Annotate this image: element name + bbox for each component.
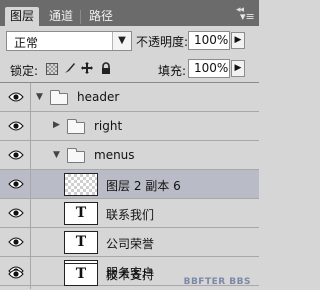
text-layer-icon: T [64,231,98,254]
fill-input[interactable]: 100% [188,59,230,78]
layer-name: menus [94,148,135,162]
layer-row-text[interactable]: T 联系我们 [0,199,259,228]
opacity-slider-arrow-icon[interactable]: ▶ [231,32,245,49]
eye-icon[interactable] [8,179,24,189]
collapsed-triangle-icon[interactable]: ▶ [53,120,60,130]
eye-icon[interactable] [8,208,24,218]
expand-triangle-icon[interactable]: ▼ [53,150,60,160]
layer-name: header [77,90,120,104]
lock-label: 锁定: [10,64,39,78]
layer-thumbnail [64,173,98,196]
eye-icon[interactable] [8,150,24,160]
eye-icon[interactable] [8,237,24,247]
visibility-toggle[interactable] [0,170,31,198]
layer-row-menus[interactable]: ▼ menus [0,141,259,170]
opacity-label: 不透明度: [136,35,189,49]
folder-icon [50,90,68,105]
layer-name: 技术支持 [106,268,155,282]
chevron-down-icon[interactable]: ▼ [112,32,131,50]
folder-icon [67,148,85,163]
layer-name: 公司荣誉 [106,237,155,251]
visibility-toggle[interactable] [0,228,31,256]
lock-transparent-pixels-icon[interactable] [46,63,58,75]
eye-icon[interactable] [8,92,24,102]
text-layer-icon: T [64,202,98,225]
eye-icon[interactable] [8,269,24,279]
layer-name: right [94,119,123,133]
blend-mode-select[interactable]: 正常 ▼ [6,31,132,51]
layer-list: ▼ header ▶ right ▼ menus 图层 2 副本 6 T 联系我 [0,82,259,290]
lock-all-icon[interactable] [100,62,112,74]
folder-icon [67,119,85,134]
panel-menu-icon[interactable]: ▾≡ [240,11,255,22]
visibility-toggle[interactable] [0,83,31,111]
tab-paths[interactable]: 路径 [84,7,118,26]
tab-layers[interactable]: 图层 [5,7,39,26]
eye-icon[interactable] [8,121,24,131]
layer-name: 图层 2 副本 6 [106,179,181,193]
visibility-toggle[interactable] [0,199,31,227]
layer-row-text[interactable]: T 公司荣誉 [0,228,259,257]
layer-name: 联系我们 [106,208,155,222]
text-layer-icon: T [64,263,98,286]
blend-mode-value: 正常 [14,36,39,50]
layer-row-right[interactable]: ▶ right [0,112,259,141]
opacity-input[interactable]: 100% [188,31,230,50]
layer-row-header[interactable]: ▼ header [0,83,259,112]
fill-slider-arrow-icon[interactable]: ▶ [231,60,245,77]
visibility-toggle[interactable] [0,112,31,140]
fill-label: 填充: [158,64,187,78]
lock-position-icon[interactable] [81,62,93,74]
expand-triangle-icon[interactable]: ▼ [36,92,43,102]
visibility-toggle[interactable] [0,260,31,289]
visibility-toggle[interactable] [0,141,31,169]
watermark: BBFTER BBS [183,277,251,287]
panel-tab-bar: 图层 通道 路径 ◂◂ ▾≡ [0,0,259,26]
tab-channels[interactable]: 通道 [44,7,78,26]
layer-row-selected[interactable]: 图层 2 副本 6 [0,170,259,199]
lock-image-pixels-icon[interactable] [64,62,76,74]
tab-separator [80,10,81,24]
